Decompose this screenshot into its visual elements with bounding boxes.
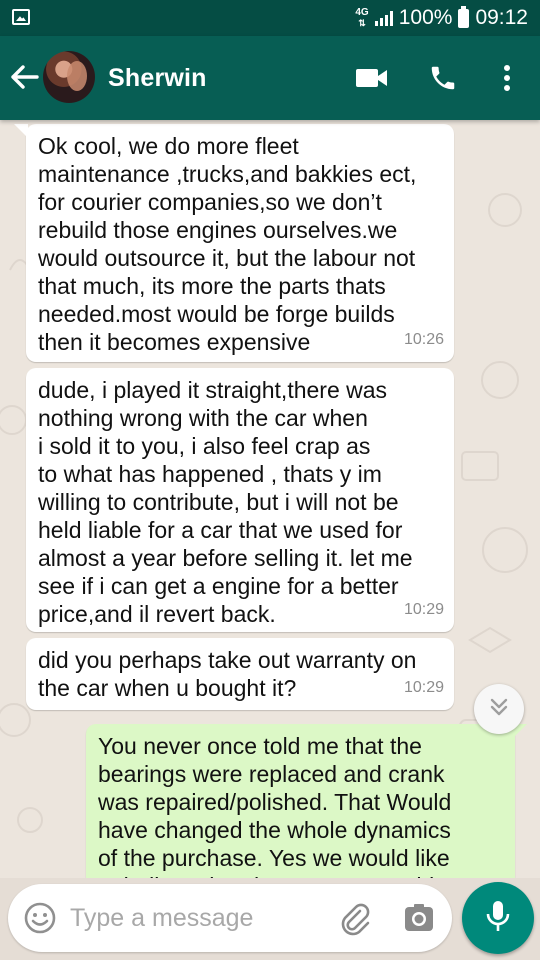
phone-call-icon[interactable]	[425, 60, 461, 96]
status-indicators: 4G ⇅ 100% 09:12	[355, 5, 528, 30]
attach-icon[interactable]	[338, 902, 372, 936]
emoji-icon[interactable]	[24, 902, 56, 934]
network-label: 4G	[355, 6, 369, 18]
contact-avatar[interactable]	[43, 51, 95, 103]
message-bubble-incoming[interactable]: did you perhaps take out warranty on the…	[26, 638, 454, 710]
battery-percent: 100%	[398, 6, 453, 29]
signal-icon	[374, 10, 393, 26]
message-text: You never once told me that the bearings…	[98, 733, 460, 878]
message-bubble-incoming[interactable]: Ok cool, we do more fleet maintenance ,t…	[14, 124, 454, 362]
message-time: 10:26	[403, 331, 444, 348]
mic-button[interactable]	[462, 882, 534, 954]
message-bubble-incoming[interactable]: dude, i played it straight,there was not…	[26, 368, 454, 632]
battery-icon	[458, 5, 470, 28]
contact-name[interactable]: Sherwin	[108, 64, 207, 93]
chat-header: Sherwin	[0, 36, 540, 120]
message-bubble-outgoing[interactable]: You never once told me that the bearings…	[86, 724, 527, 878]
message-list[interactable]: Ok cool, we do more fleet maintenance ,t…	[0, 120, 540, 878]
status-bar: 4G ⇅ 100% 09:12	[0, 0, 540, 36]
message-text: did you perhaps take out warranty on the…	[38, 647, 417, 701]
message-text: dude, i played it straight,there was not…	[38, 377, 413, 627]
message-time: 10:29	[403, 601, 444, 618]
camera-icon[interactable]	[404, 903, 434, 933]
message-text: Ok cool, we do more fleet maintenance ,t…	[38, 133, 417, 355]
overflow-menu-icon[interactable]	[489, 60, 525, 96]
back-arrow-icon[interactable]	[8, 60, 42, 94]
scroll-to-bottom-button[interactable]	[474, 684, 524, 734]
message-time: 10:29	[403, 679, 444, 696]
double-chevron-down-icon	[488, 696, 510, 723]
gallery-notification-icon	[12, 9, 30, 25]
video-call-icon[interactable]	[354, 60, 390, 96]
mic-icon	[485, 899, 511, 938]
message-composer	[8, 884, 452, 952]
message-input[interactable]	[70, 900, 330, 936]
clock: 09:12	[475, 6, 528, 29]
network-4g-icon: 4G ⇅	[355, 6, 369, 28]
